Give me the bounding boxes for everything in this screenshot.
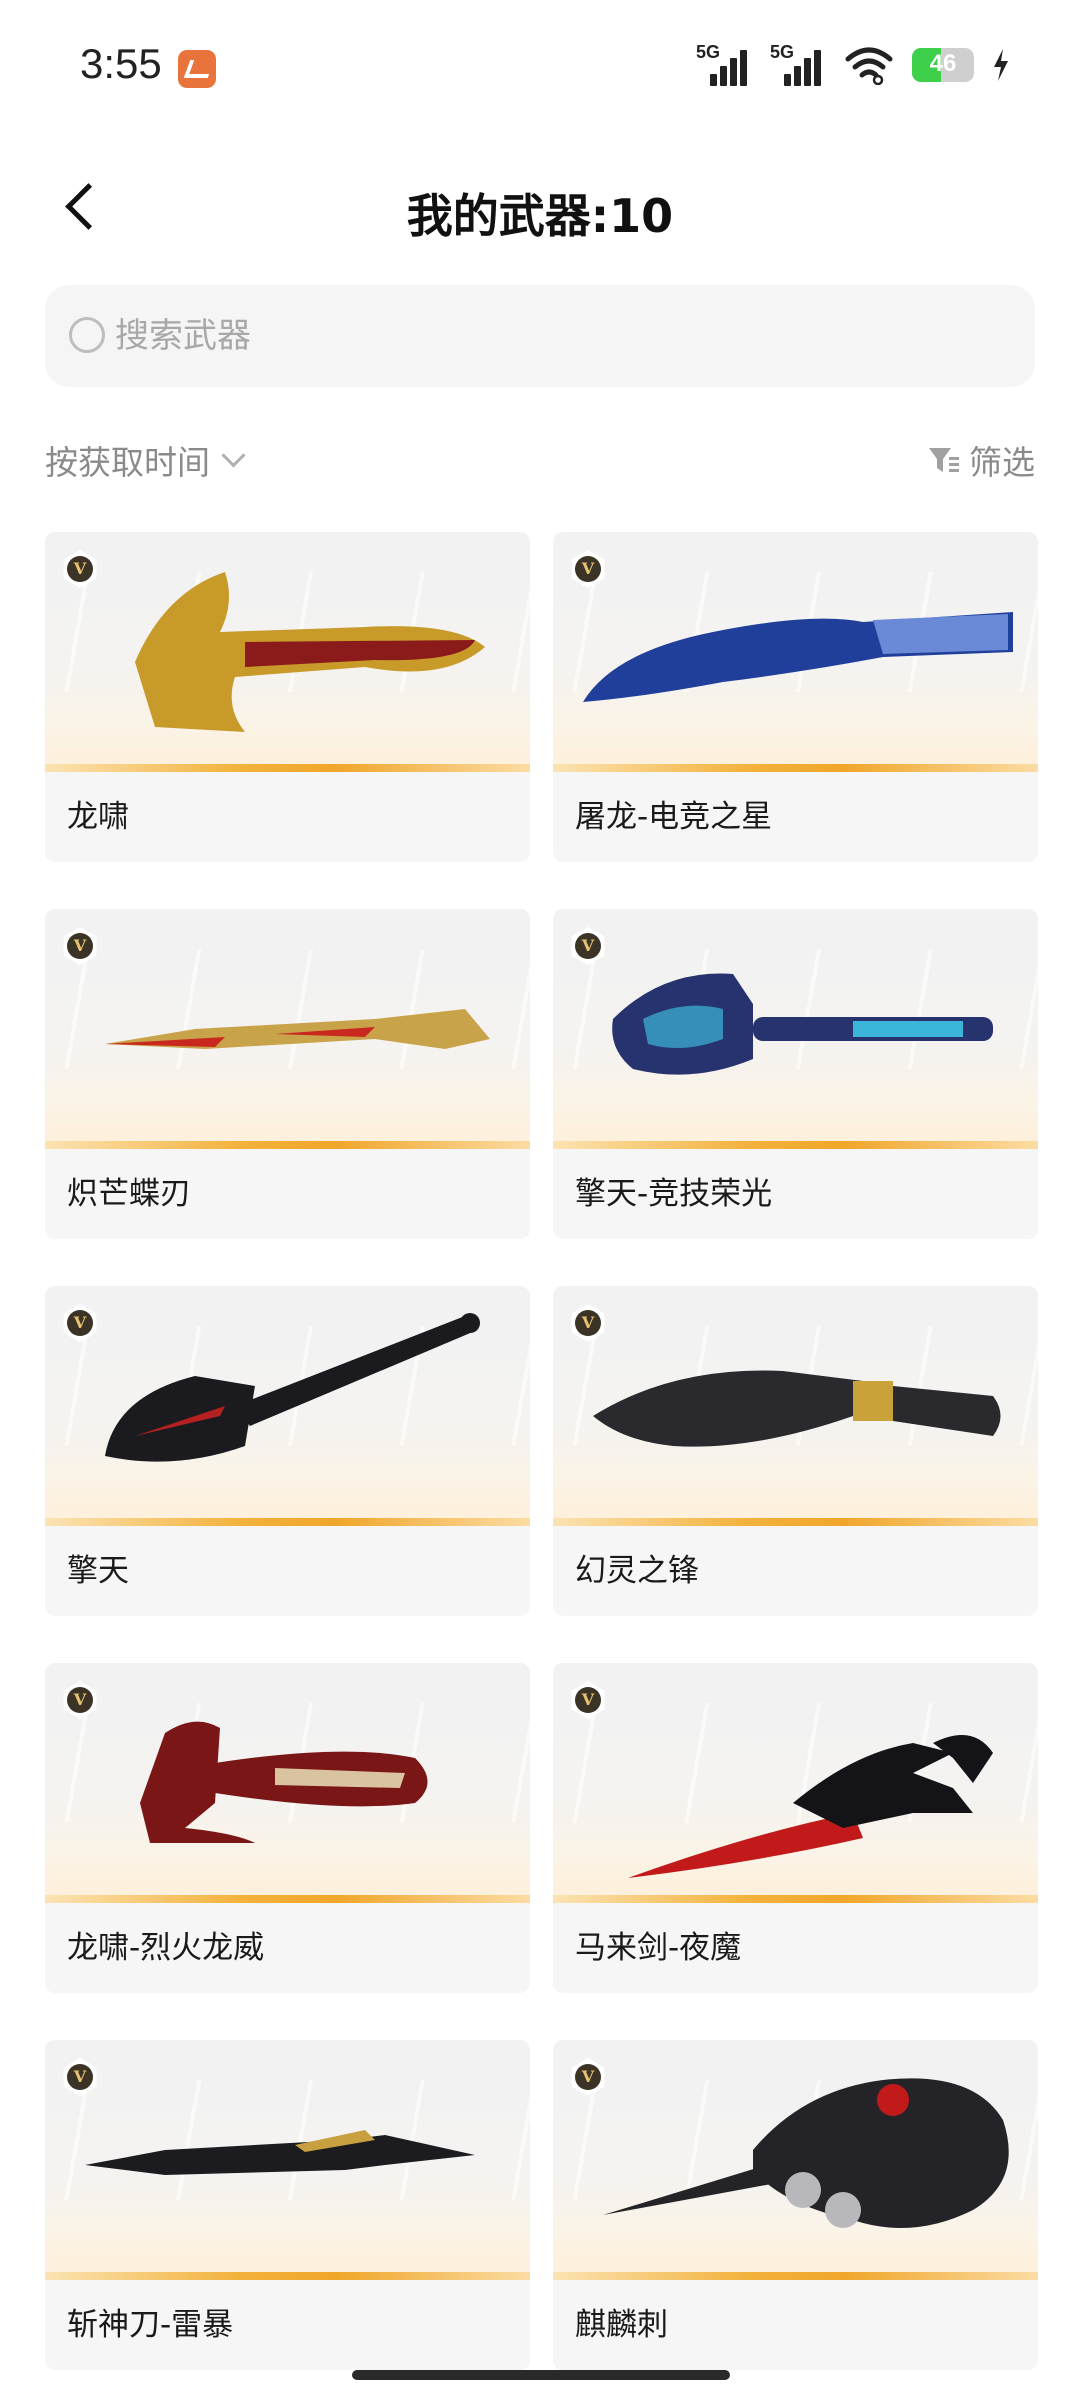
- v-badge-letter: V: [575, 2064, 601, 2090]
- weapon-name: 龙啸-烈火龙威: [67, 1930, 265, 1966]
- v-badge-letter: V: [575, 1687, 601, 1713]
- sort-label: 按获取时间: [45, 443, 210, 482]
- weapon-icon: [105, 1009, 490, 1049]
- v-badge-letter: V: [575, 1310, 601, 1336]
- status-bar: 3:55 5G 5G 46: [0, 0, 1080, 130]
- filter-label: 筛选: [969, 443, 1035, 482]
- v-badge-letter: V: [67, 1687, 93, 1713]
- weapon-card[interactable]: V 擎天: [45, 1286, 530, 1616]
- weapon-image: V: [45, 532, 530, 772]
- weapon-card[interactable]: V 麒麟刺: [553, 2040, 1038, 2370]
- wifi-icon: [844, 45, 894, 86]
- weapon-image: V: [553, 532, 1038, 772]
- weapon-card[interactable]: V 斩神刀-雷暴: [45, 2040, 530, 2370]
- weapon-card[interactable]: V 幻灵之锋: [553, 1286, 1038, 1616]
- weapon-icon: [140, 1721, 428, 1843]
- weapon-icon: [612, 973, 993, 1075]
- v-badge-letter: V: [575, 933, 601, 959]
- weapon-card[interactable]: V 擎天-竞技荣光: [553, 909, 1038, 1239]
- weapon-image: V: [45, 2040, 530, 2280]
- weapon-card[interactable]: V 炽芒蝶刃: [45, 909, 530, 1239]
- filter-icon: [929, 448, 959, 472]
- weapon-card[interactable]: V 马来剑-夜魔: [553, 1663, 1038, 1993]
- search-icon: [67, 315, 107, 355]
- weapon-image: V: [553, 2040, 1038, 2280]
- weapon-name: 擎天-竞技荣光: [575, 1176, 773, 1212]
- weapon-icon: [603, 2078, 1009, 2228]
- v-badge-letter: V: [67, 1310, 93, 1336]
- weapon-name: 马来剑-夜魔: [575, 1930, 742, 1966]
- signal-icon: 5G: [696, 42, 752, 88]
- filter-button[interactable]: 筛选: [927, 430, 1035, 490]
- weapon-image: V: [553, 1286, 1038, 1526]
- app-icon: [178, 50, 216, 88]
- battery-percent: 46: [929, 50, 957, 77]
- weapon-name: 麒麟刺: [575, 2307, 668, 2343]
- weapon-image: V: [45, 1286, 530, 1526]
- page-title: 我的武器:10: [406, 189, 674, 243]
- signal-icon: 5G: [770, 42, 826, 88]
- home-indicator[interactable]: [352, 2370, 730, 2380]
- weapon-icon: [105, 1313, 480, 1462]
- weapon-icon: [135, 572, 485, 732]
- v-badge-letter: V: [67, 2064, 93, 2090]
- status-time: 3:55: [80, 40, 162, 87]
- search-bar[interactable]: [45, 285, 1035, 387]
- weapon-name: 炽芒蝶刃: [67, 1176, 191, 1212]
- weapon-icon: [85, 2130, 475, 2175]
- status-right: 5G 5G 46: [696, 40, 1010, 90]
- chevron-down-icon: [220, 447, 246, 473]
- weapon-name: 擎天: [67, 1553, 129, 1589]
- search-input[interactable]: [115, 285, 995, 387]
- v-badge-letter: V: [575, 556, 601, 582]
- nav-bar: 我的武器:10: [0, 150, 1080, 270]
- weapon-icon: [583, 612, 1013, 702]
- weapon-card[interactable]: V 屠龙-电竞之星: [553, 532, 1038, 862]
- weapon-icon: [593, 1370, 1001, 1447]
- weapon-name: 斩神刀-雷暴: [67, 2307, 234, 2343]
- weapon-image: V: [45, 1663, 530, 1903]
- weapon-icon: [628, 1735, 993, 1878]
- charging-bolt-icon: [994, 49, 1008, 81]
- weapon-name: 龙啸: [67, 799, 129, 835]
- signal-label: 5G: [770, 42, 795, 62]
- v-badge-letter: V: [67, 556, 93, 582]
- weapon-card[interactable]: V 龙啸: [45, 532, 530, 862]
- weapon-image: V: [553, 1663, 1038, 1903]
- signal-label: 5G: [696, 42, 721, 62]
- sort-dropdown[interactable]: 按获取时间: [45, 430, 246, 490]
- weapon-card[interactable]: V 龙啸-烈火龙威: [45, 1663, 530, 1993]
- weapon-image: V: [45, 909, 530, 1149]
- v-badge-letter: V: [67, 933, 93, 959]
- sort-filter-bar: 按获取时间 筛选: [45, 430, 1035, 490]
- weapon-name: 屠龙-电竞之星: [575, 799, 773, 835]
- weapon-image: V: [553, 909, 1038, 1149]
- weapon-name: 幻灵之锋: [575, 1553, 699, 1589]
- battery-icon: 46: [912, 48, 974, 82]
